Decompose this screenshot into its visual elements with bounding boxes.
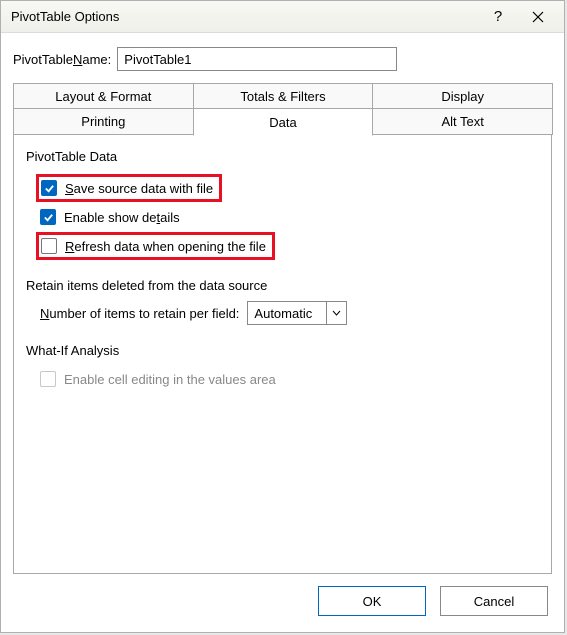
tab-alt-text[interactable]: Alt Text: [372, 109, 553, 135]
section-pivottable-data: PivotTable Data: [26, 149, 539, 164]
chevron-down-icon: [326, 302, 346, 324]
label-save-source: Save source data with file: [65, 181, 213, 196]
tab-printing[interactable]: Printing: [13, 109, 194, 135]
close-button[interactable]: [518, 3, 558, 31]
row-show-details: Enable show details: [40, 206, 539, 228]
row-enable-cell-editing: Enable cell editing in the values area: [40, 368, 539, 390]
combo-retain-count[interactable]: Automatic: [247, 301, 347, 325]
tab-totals-filters[interactable]: Totals & Filters: [193, 83, 374, 109]
footer: OK Cancel: [1, 574, 564, 632]
tab-data[interactable]: Data: [193, 110, 374, 136]
label-show-details: Enable show details: [64, 210, 180, 225]
help-button[interactable]: ?: [478, 3, 518, 31]
tab-strip: Layout & Format Totals & Filters Display…: [13, 83, 552, 135]
row-retain-count: Number of items to retain per field: Aut…: [40, 301, 539, 325]
combo-retain-value: Automatic: [248, 306, 326, 321]
tab-content: PivotTable Data Save source data with fi…: [13, 134, 552, 574]
checkbox-show-details[interactable]: [40, 209, 56, 225]
pivot-options-dialog: PivotTable Options ? PivotTable Name: La…: [0, 0, 565, 633]
ok-button[interactable]: OK: [318, 586, 426, 616]
section-what-if: What-If Analysis: [26, 343, 539, 358]
label-retain-count: Number of items to retain per field:: [40, 306, 239, 321]
highlight-refresh: Refresh data when opening the file: [36, 232, 275, 260]
label-enable-cell-editing: Enable cell editing in the values area: [64, 372, 276, 387]
checkbox-refresh-on-open[interactable]: [41, 238, 57, 254]
checkbox-enable-cell-editing: [40, 371, 56, 387]
name-label: PivotTable Name:: [13, 52, 111, 67]
cancel-button[interactable]: Cancel: [440, 586, 548, 616]
check-icon: [44, 183, 55, 194]
tab-layout-format[interactable]: Layout & Format: [13, 83, 194, 109]
name-row: PivotTable Name:: [1, 33, 564, 81]
pivottable-name-input[interactable]: [117, 47, 397, 71]
close-icon: [532, 11, 544, 23]
titlebar: PivotTable Options ?: [1, 1, 564, 33]
checkbox-save-source[interactable]: [41, 180, 57, 196]
highlight-save-source: Save source data with file: [36, 174, 222, 202]
tab-display[interactable]: Display: [372, 83, 553, 109]
check-icon: [43, 212, 54, 223]
dialog-title: PivotTable Options: [11, 9, 478, 24]
label-refresh-on-open: Refresh data when opening the file: [65, 239, 266, 254]
section-retain-items: Retain items deleted from the data sourc…: [26, 278, 539, 293]
